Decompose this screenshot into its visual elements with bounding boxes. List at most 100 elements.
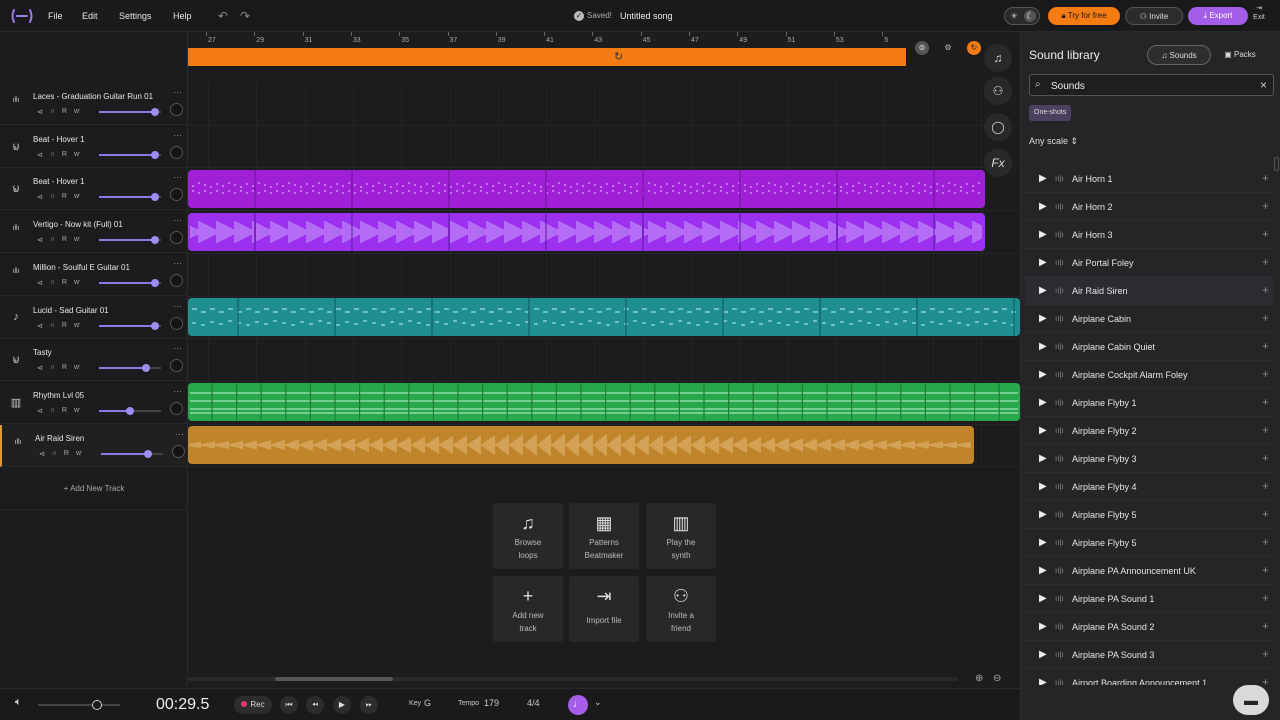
add-icon[interactable]: +: [1262, 591, 1269, 605]
menu-settings[interactable]: Settings: [119, 11, 152, 21]
more-icon[interactable]: ···: [173, 258, 182, 268]
track-header[interactable]: ⊌ Beat - Hover 1 ··· ⊲ ∩ Rⱳ: [0, 125, 188, 168]
more-icon[interactable]: ···: [173, 87, 182, 97]
track-name[interactable]: Laces - Graduation Guitar Run 01: [33, 92, 173, 101]
fx-icon[interactable]: Fx: [984, 149, 1012, 177]
rewind-icon[interactable]: ⏪︎: [306, 696, 324, 714]
solo-icon[interactable]: ∩: [50, 407, 55, 415]
solo-icon[interactable]: ∩: [50, 364, 55, 372]
volume-knob[interactable]: [144, 449, 152, 458]
play-icon[interactable]: ▶: [1039, 649, 1047, 660]
track-name[interactable]: Beat - Hover 1: [33, 177, 173, 186]
invite-friend-button[interactable]: ⚇ Invite a friend: [646, 576, 716, 642]
track-header[interactable]: ıllı Laces - Graduation Guitar Run 01 ··· ⊲…: [0, 83, 188, 125]
play-icon[interactable]: ▶: [1039, 257, 1047, 268]
play-icon[interactable]: ▶: [1039, 453, 1047, 464]
tempo-value[interactable]: 179: [484, 698, 499, 708]
app-logo-icon[interactable]: [10, 8, 34, 24]
volume-knob[interactable]: [126, 406, 134, 415]
master-volume-knob[interactable]: [92, 700, 102, 710]
track-name[interactable]: Lucid - Sad Guitar 01: [33, 306, 173, 315]
zoom-in-icon[interactable]: ⊕: [975, 673, 983, 684]
more-icon[interactable]: ···: [173, 130, 182, 140]
mute-icon[interactable]: ⊲: [37, 322, 43, 330]
more-icon[interactable]: ···: [173, 301, 182, 311]
solo-icon[interactable]: ∩: [50, 236, 55, 244]
clip-vertigo[interactable]: [188, 213, 985, 251]
add-icon[interactable]: +: [1262, 367, 1269, 381]
solo-icon[interactable]: ∩: [50, 322, 55, 330]
solo-icon[interactable]: ∩: [50, 193, 55, 201]
song-title[interactable]: Untitled song: [620, 11, 673, 21]
mute-icon[interactable]: ⊲: [37, 193, 43, 201]
loop-toggle-icon[interactable]: ↻: [967, 41, 981, 55]
timeline-ruler[interactable]: 27 29 31 33 35 37 39 41 43 45 47 49 51 53 5: [188, 32, 1020, 48]
theme-toggle[interactable]: ☀ ☾: [1004, 7, 1040, 25]
more-icon[interactable]: ···: [173, 386, 182, 396]
volume-knob[interactable]: [151, 321, 159, 330]
add-icon[interactable]: +: [1262, 199, 1269, 213]
invite-button[interactable]: ⚇ Invite: [1125, 7, 1183, 25]
patterns-beatmaker-button[interactable]: ▦ Patterns Beatmaker: [569, 503, 639, 569]
pan-knob[interactable]: [170, 401, 183, 415]
add-icon[interactable]: +: [1262, 619, 1269, 633]
record-arm-button[interactable]: R: [62, 364, 67, 372]
record-arm-button[interactable]: R: [62, 108, 67, 116]
sound-list-item[interactable]: ▶ ıı|ı Airplane Flyby 2 +: [1025, 417, 1273, 445]
record-arm-button[interactable]: R: [62, 322, 67, 330]
record-arm-button[interactable]: R: [64, 450, 69, 458]
automation-icon[interactable]: ⱳ: [74, 364, 80, 372]
browse-loops-button[interactable]: ♫ Browse loops: [493, 503, 563, 569]
sound-list-item[interactable]: ▶ ıı|ı Airplane PA Sound 3 +: [1025, 641, 1273, 669]
pan-knob[interactable]: [170, 316, 183, 330]
add-icon[interactable]: +: [1262, 479, 1269, 493]
try-for-free-button[interactable]: 🔒︎ Try for free: [1048, 7, 1120, 25]
play-icon[interactable]: ▶: [1039, 173, 1047, 184]
play-icon[interactable]: ▶: [1039, 201, 1047, 212]
track-name[interactable]: Air Raid Siren: [35, 434, 175, 443]
volume-slider[interactable]: [99, 406, 161, 415]
more-icon[interactable]: ···: [173, 343, 182, 353]
track-name[interactable]: Beat - Hover 1: [33, 135, 173, 144]
add-new-track-button[interactable]: + Add New Track: [0, 468, 188, 510]
sound-list-item[interactable]: ▶ ıı|ı Airplane Flyby 1 +: [1025, 389, 1273, 417]
pan-knob[interactable]: [172, 444, 185, 458]
export-button[interactable]: ⤓ Export: [1188, 7, 1248, 25]
play-icon[interactable]: ▶: [1039, 677, 1047, 685]
horizontal-scrollbar[interactable]: [188, 677, 958, 681]
track-name[interactable]: Rhythm Lvl 05: [33, 391, 173, 400]
play-icon[interactable]: ▶: [333, 696, 351, 714]
add-icon[interactable]: +: [1262, 395, 1269, 409]
time-signature[interactable]: 4/4: [527, 698, 540, 708]
automation-icon[interactable]: ⱳ: [76, 450, 82, 458]
play-icon[interactable]: ▶: [1039, 285, 1047, 296]
clip-lucid-guitar[interactable]: [188, 298, 1020, 336]
volume-slider[interactable]: [99, 364, 161, 373]
pan-knob[interactable]: [170, 273, 183, 287]
sound-list-item[interactable]: ▶ ıı|ı Airplane Flyby 5 +: [1025, 529, 1273, 557]
sound-list-item[interactable]: ▶ ıı|ı Air Raid Siren +: [1025, 277, 1273, 305]
sound-list-item[interactable]: ▶ ıı|ı Air Portal Foley +: [1025, 249, 1273, 277]
chat-icon[interactable]: ◯: [984, 113, 1012, 141]
mute-icon[interactable]: ⊲: [37, 108, 43, 116]
volume-slider[interactable]: [99, 321, 161, 330]
solo-icon[interactable]: ∩: [50, 279, 55, 287]
clip-beat-hover[interactable]: [188, 170, 985, 208]
redo-icon[interactable]: ↷: [240, 9, 250, 23]
more-icon[interactable]: ···: [173, 172, 182, 182]
volume-slider[interactable]: [99, 150, 161, 159]
automation-icon[interactable]: ⱳ: [74, 236, 80, 244]
track-header[interactable]: ıllı Air Raid Siren ··· ⊲ ∩ Rⱳ: [0, 424, 188, 467]
track-header[interactable]: ♪ Lucid - Sad Guitar 01 ··· ⊲ ∩ Rⱳ: [0, 296, 188, 339]
close-icon[interactable]: ×: [1260, 78, 1267, 92]
gear-icon[interactable]: ⚙: [941, 41, 955, 55]
chevron-down-icon[interactable]: ⌄: [594, 697, 602, 708]
mute-icon[interactable]: ⊲: [37, 364, 43, 372]
volume-knob[interactable]: [151, 278, 159, 287]
automation-icon[interactable]: ⱳ: [74, 151, 80, 159]
library-scrollbar[interactable]: [1274, 157, 1279, 171]
one-shots-filter[interactable]: One-shots: [1029, 105, 1072, 121]
support-chat-button[interactable]: ▬: [1233, 685, 1269, 715]
track-header[interactable]: ⊌ Tasty ··· ⊲ ∩ Rⱳ: [0, 339, 188, 382]
fast-forward-icon[interactable]: ⏩︎: [360, 696, 378, 714]
